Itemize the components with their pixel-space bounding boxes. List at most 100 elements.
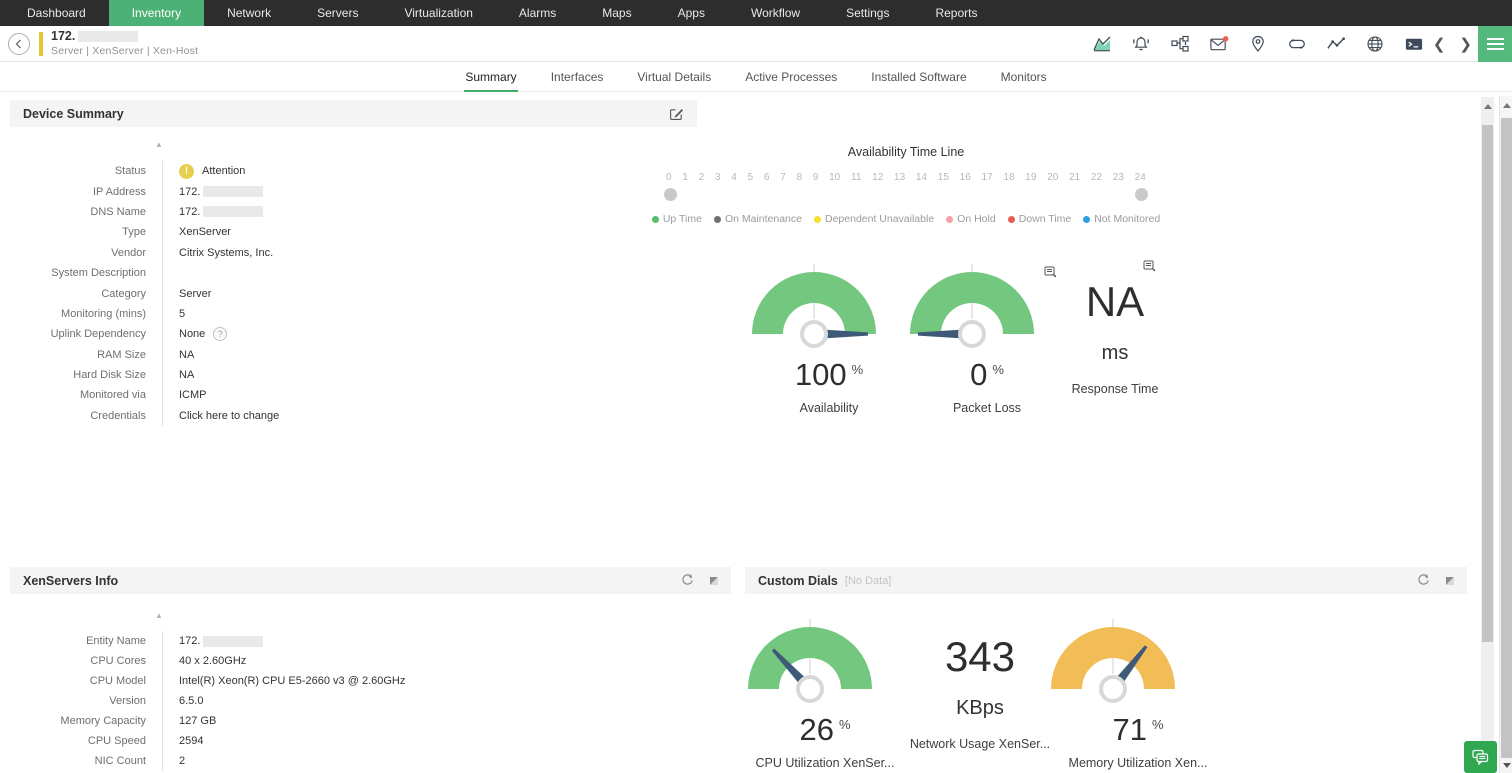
pin-icon[interactable] [1446, 577, 1454, 585]
dial-number: 100 [795, 357, 847, 392]
page-scrollbar [1499, 96, 1512, 773]
field-value: None? [162, 324, 700, 344]
legend-label: Down Time [1019, 213, 1072, 225]
dial-value: 71% [1048, 712, 1228, 748]
nav-item-workflow[interactable]: Workflow [728, 0, 823, 26]
device-summary-row-status: Status!Attention [0, 161, 700, 181]
help-icon[interactable]: ? [213, 327, 227, 341]
field-label: RAM Size [0, 345, 146, 365]
refresh-icon[interactable] [1417, 574, 1430, 587]
tab-installed-software[interactable]: Installed Software [870, 62, 967, 91]
chat-support-button[interactable] [1464, 741, 1497, 773]
credentials-change-link[interactable]: Click here to change [179, 410, 279, 422]
field-label: CPU Cores [0, 651, 146, 671]
device-summary-row-monitoring-mins: Monitoring (mins) 5 [0, 304, 700, 324]
device-summary-row-vendor: VendorCitrix Systems, Inc. [0, 243, 700, 263]
scrollbar-down-arrow[interactable] [1503, 763, 1511, 768]
nav-item-dashboard[interactable]: Dashboard [4, 0, 109, 26]
scrollbar-thumb[interactable] [1501, 118, 1512, 758]
field-value: 172. [162, 181, 700, 201]
field-label: Type [0, 222, 146, 242]
field-value: 2 [162, 751, 740, 771]
menu-button[interactable] [1478, 26, 1512, 62]
nav-item-apps[interactable]: Apps [655, 0, 728, 26]
tab-virtual-details[interactable]: Virtual Details [636, 62, 712, 91]
globe-icon[interactable] [1365, 34, 1385, 54]
dial-label: Availability [749, 401, 909, 415]
field-value-text: ICMP [179, 389, 207, 401]
chevron-left-icon[interactable]: ❮ [1433, 37, 1446, 52]
line-graph-icon[interactable] [1326, 34, 1346, 54]
legend-label: On Hold [957, 213, 996, 225]
field-value: Citrix Systems, Inc. [162, 243, 700, 263]
legend-label: Not Monitored [1094, 213, 1160, 225]
tab-active-processes[interactable]: Active Processes [744, 62, 838, 91]
field-value: NA [162, 365, 700, 385]
dial-number: NA [1040, 278, 1190, 326]
field-value: 5 [162, 304, 700, 324]
refresh-icon[interactable] [681, 574, 694, 587]
nav-item-servers[interactable]: Servers [294, 0, 381, 26]
scrollbar-up-arrow[interactable] [1503, 103, 1511, 108]
scrollbar-up-arrow[interactable] [1484, 104, 1492, 109]
terminal-icon[interactable] [1404, 34, 1424, 54]
field-label: Monitored via [0, 385, 146, 405]
attention-status-icon: ! [179, 164, 194, 179]
field-value: Click here to change [162, 406, 700, 426]
export-report-icon[interactable] [1044, 265, 1058, 279]
field-label: Monitoring (mins) [0, 304, 146, 324]
scroll-up-caret[interactable]: ▲ [155, 611, 163, 620]
legend-dot [652, 216, 659, 223]
loop-icon[interactable] [1287, 34, 1307, 54]
gauge-chart [745, 617, 875, 705]
field-value: 40 x 2.60GHz [162, 651, 740, 671]
field-value: !Attention [162, 161, 700, 181]
device-title: 172. [51, 29, 138, 43]
dial-value: 26% [745, 712, 905, 748]
edit-icon[interactable] [669, 106, 684, 121]
timeline-hours: 0123456789101112131415161718192021222324 [660, 172, 1152, 183]
tab-interfaces[interactable]: Interfaces [550, 62, 605, 91]
chevron-right-icon[interactable]: ❯ [1459, 37, 1472, 52]
location-pin-icon[interactable] [1248, 34, 1268, 54]
legend-dot [1083, 216, 1090, 223]
timeline-hour: 13 [894, 172, 905, 183]
tab-monitors[interactable]: Monitors [1000, 62, 1048, 91]
field-value: 172. [162, 631, 740, 651]
field-label: Version [0, 691, 146, 711]
nav-item-virtualization[interactable]: Virtualization [381, 0, 495, 26]
timeline-hour: 12 [872, 172, 883, 183]
nav-item-settings[interactable]: Settings [823, 0, 912, 26]
field-value: Server [162, 283, 700, 303]
back-button[interactable] [8, 33, 30, 55]
scroll-up-caret[interactable]: ▲ [155, 140, 163, 149]
tab-summary[interactable]: Summary [464, 62, 517, 91]
dial-unit: ms [1040, 342, 1190, 365]
dial-number: 343 [890, 633, 1070, 681]
device-summary-fields: Status!AttentionIP Address172.DNS Name17… [0, 161, 700, 426]
gauge-chart [749, 262, 879, 350]
nav-item-alarms[interactable]: Alarms [496, 0, 579, 26]
field-value: 172. [162, 202, 700, 222]
opmanager-device-page: DashboardInventoryNetworkServersVirtuali… [0, 0, 1512, 773]
alarm-bell-icon[interactable] [1131, 34, 1151, 54]
nav-item-reports[interactable]: Reports [912, 0, 1000, 26]
performance-chart-icon[interactable] [1092, 34, 1112, 54]
nav-item-inventory[interactable]: Inventory [109, 0, 204, 26]
timeline-hour: 5 [748, 172, 754, 183]
dial-memory-utilization-xen: 71%Memory Utilization Xen... [1048, 617, 1228, 770]
dial-unit: % [992, 362, 1004, 377]
device-summary-row-monitored-via: Monitored via ICMP [0, 385, 700, 405]
dial-unit: % [839, 717, 851, 732]
nav-item-network[interactable]: Network [204, 0, 294, 26]
field-value-text: 6.5.0 [179, 695, 203, 707]
scrollbar-thumb[interactable] [1482, 125, 1493, 642]
timeline-hour: 24 [1135, 172, 1146, 183]
pin-icon[interactable] [710, 577, 718, 585]
field-value: ICMP [162, 385, 700, 405]
export-report-icon[interactable] [1143, 259, 1157, 273]
mail-notification-icon[interactable] [1209, 34, 1229, 54]
nav-item-maps[interactable]: Maps [579, 0, 654, 26]
topology-icon[interactable] [1170, 34, 1190, 54]
field-label: NIC Count [0, 751, 146, 771]
